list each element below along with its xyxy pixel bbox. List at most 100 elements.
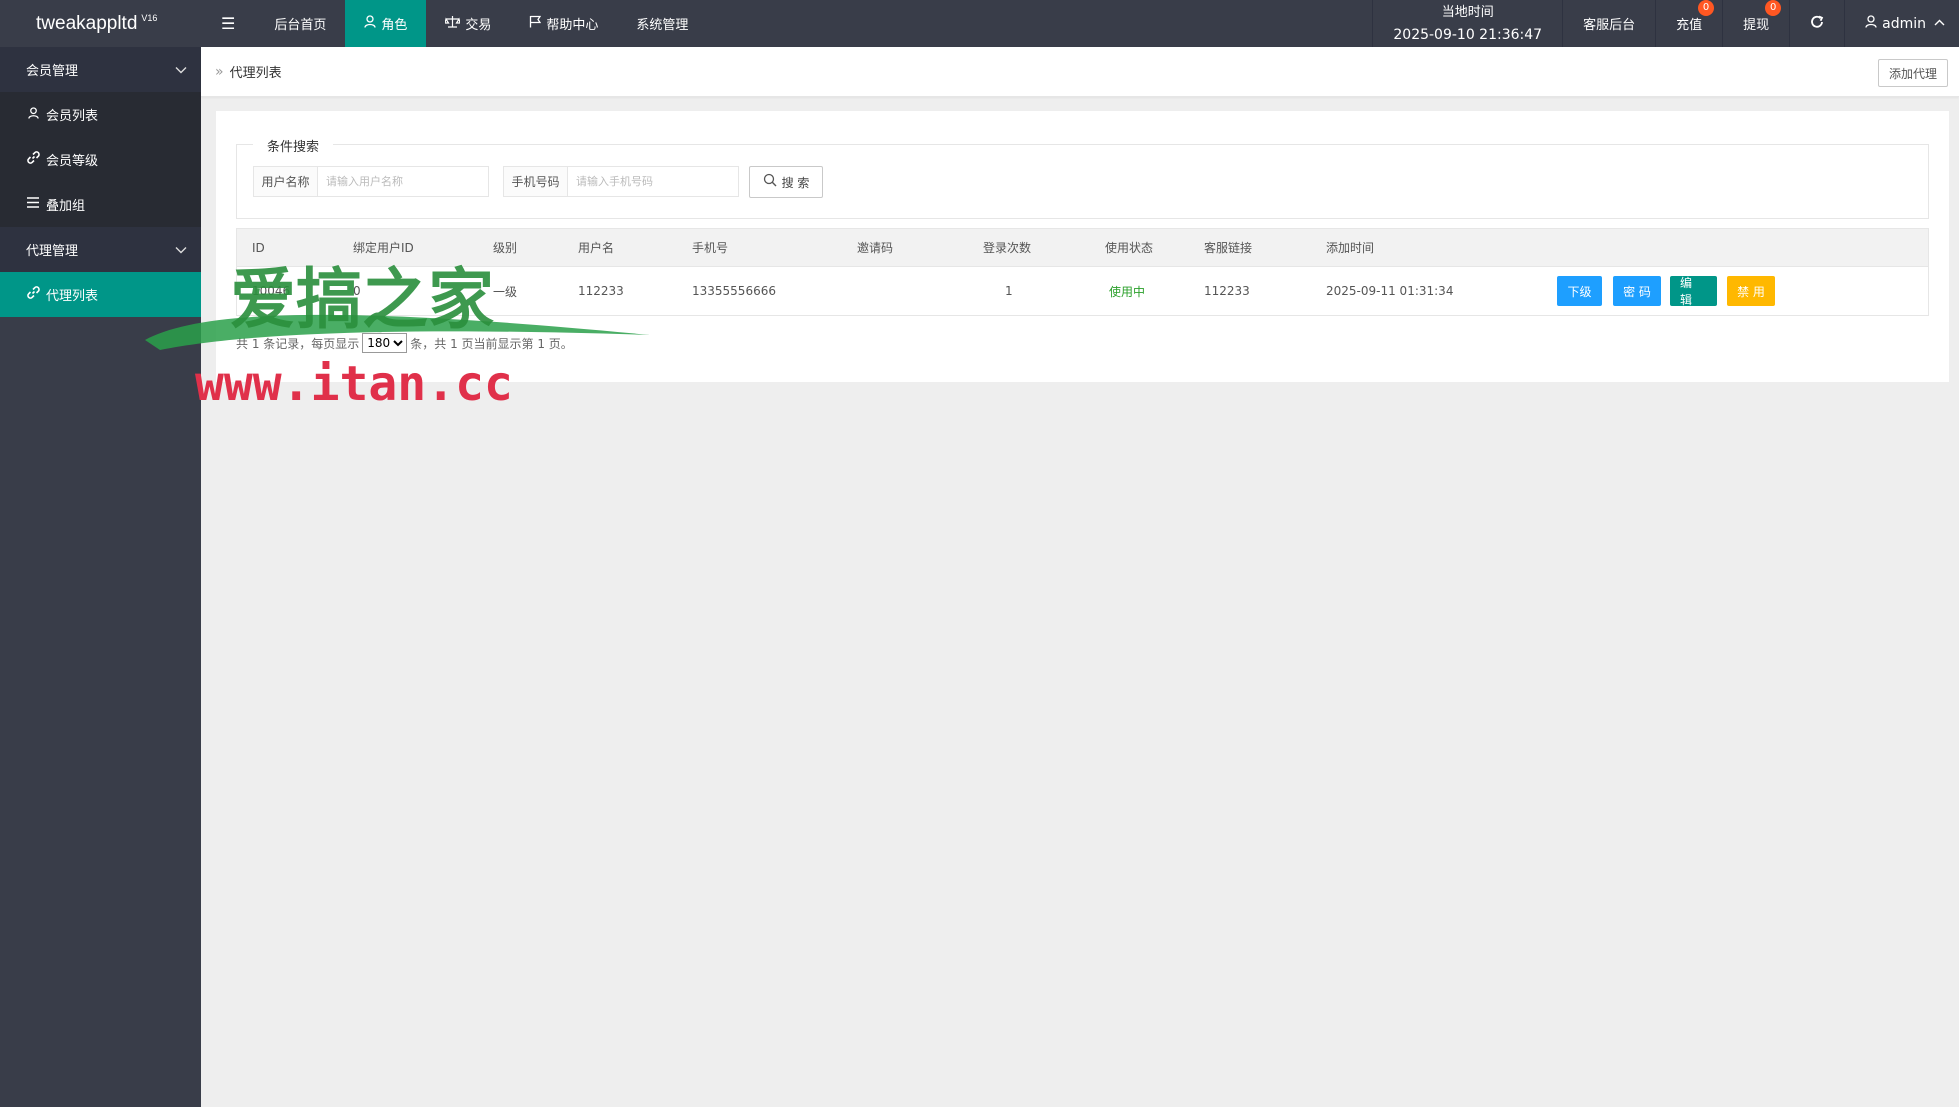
cell-service-link: 112233 xyxy=(1204,284,1250,298)
add-agent-button[interactable]: 添加代理 xyxy=(1877,59,1948,87)
agent-table: ID 绑定用户ID 级别 用户名 手机号 邀请码 登录次数 使用状态 客服链接 … xyxy=(236,228,1929,316)
page-size-select[interactable]: 180 xyxy=(362,333,408,353)
local-time: 当地时间 2025-09-10 21:36:47 xyxy=(1372,0,1562,47)
topnav-trade-label: 交易 xyxy=(465,18,492,33)
top-nav: ☰ 后台首页 角色 交易 帮助中心 系统管理 xyxy=(201,0,707,47)
withdraw-label: 提现 xyxy=(1743,18,1770,33)
subordinate-button[interactable]: 下级 xyxy=(1557,276,1602,306)
top-header: tweakappltd V16 ☰ 后台首页 角色 交易 帮助中心 系统管理 当… xyxy=(0,0,1959,47)
pager-suffix: 条，共 1 页当前显示第 1 页。 xyxy=(410,336,573,351)
app-version: V16 xyxy=(141,12,158,23)
user-name: admin xyxy=(1882,15,1926,32)
topnav-help-label: 帮助中心 xyxy=(546,18,599,33)
user-menu[interactable]: admin xyxy=(1844,0,1959,47)
service-backend-label: 客服后台 xyxy=(1583,18,1636,33)
user-icon xyxy=(26,106,40,123)
topnav-home-label: 后台首页 xyxy=(274,18,327,33)
sidebar-item-agent-list[interactable]: 代理列表 xyxy=(0,272,201,317)
column-header: 添加时间 xyxy=(1326,241,1375,255)
refresh-icon xyxy=(1810,14,1824,33)
breadcrumb: » 代理列表 添加代理 xyxy=(201,47,1959,97)
topnav-system-label: 系统管理 xyxy=(636,18,689,33)
main-panel: 条件搜索 用户名称 手机号码 搜 索 ID 绑定用户ID 级别 用户名 手机号 … xyxy=(216,111,1949,382)
sidebar-item-label: 会员等级 xyxy=(46,154,99,169)
double-chevron-icon: » xyxy=(215,63,224,80)
cell-id: 10046 xyxy=(252,284,291,298)
pager-prefix: 共 1 条记录，每页显示 xyxy=(236,336,360,351)
sidebar-item-label: 会员列表 xyxy=(46,109,99,124)
column-header: 级别 xyxy=(493,241,518,255)
search-fieldset: 条件搜索 用户名称 手机号码 搜 索 xyxy=(236,136,1929,219)
column-header: ID xyxy=(252,240,265,255)
app-title: tweakappltd xyxy=(36,12,138,34)
sidebar-group-label: 代理管理 xyxy=(26,244,79,259)
search-legend: 条件搜索 xyxy=(253,136,334,155)
table-row: 10046 0 一级 112233 13355556666 1 使用中 1122… xyxy=(237,267,1928,315)
topnav-role[interactable]: 角色 xyxy=(345,0,427,47)
topnav-trade[interactable]: 交易 xyxy=(426,0,510,47)
cell-login-count: 1 xyxy=(1005,284,1013,298)
column-header: 使用状态 xyxy=(1105,241,1154,255)
column-header: 绑定用户ID xyxy=(353,241,414,255)
chevron-down-icon xyxy=(175,243,187,257)
list-icon xyxy=(26,197,40,212)
cell-level: 一级 xyxy=(493,284,518,299)
cell-created: 2025-09-11 01:31:34 xyxy=(1326,284,1454,298)
link-icon xyxy=(26,286,40,303)
column-header: 用户名 xyxy=(578,241,615,255)
disable-button[interactable]: 禁 用 xyxy=(1727,276,1775,306)
recharge-link[interactable]: 充值 0 xyxy=(1655,0,1722,47)
sidebar-group-agents[interactable]: 代理管理 xyxy=(0,227,201,272)
pagination: 共 1 条记录，每页显示 180 条，共 1 页当前显示第 1 页。 xyxy=(236,333,573,353)
app-logo[interactable]: tweakappltd V16 xyxy=(0,0,201,47)
column-header: 手机号 xyxy=(692,241,729,255)
password-button[interactable]: 密 码 xyxy=(1613,276,1661,306)
local-time-label: 当地时间 xyxy=(1441,4,1494,20)
withdraw-badge: 0 xyxy=(1765,0,1782,16)
cell-username: 112233 xyxy=(578,284,624,298)
user-icon xyxy=(1865,15,1877,32)
column-header: 邀请码 xyxy=(857,241,894,255)
sidebar-item-label: 叠加组 xyxy=(46,199,86,214)
search-button[interactable]: 搜 索 xyxy=(749,166,823,198)
chevron-up-icon xyxy=(1934,18,1945,29)
cell-status: 使用中 xyxy=(1109,284,1146,299)
sidebar-group-members[interactable]: 会员管理 xyxy=(0,47,201,92)
link-icon xyxy=(26,151,40,168)
scale-icon xyxy=(444,15,462,32)
topnav-system[interactable]: 系统管理 xyxy=(617,0,707,47)
username-label: 用户名称 xyxy=(254,167,318,196)
local-time-value: 2025-09-10 21:36:47 xyxy=(1393,26,1543,43)
search-icon xyxy=(763,173,777,191)
sidebar-item-member-level[interactable]: 会员等级 xyxy=(0,137,201,182)
user-icon xyxy=(364,15,377,32)
cell-bind-user-id: 0 xyxy=(353,284,361,298)
breadcrumb-current: 代理列表 xyxy=(229,66,282,81)
refresh-button[interactable] xyxy=(1789,0,1844,47)
menu-icon: ☰ xyxy=(221,14,236,33)
table-header: ID 绑定用户ID 级别 用户名 手机号 邀请码 登录次数 使用状态 客服链接 … xyxy=(237,229,1928,267)
top-right-tools: 当地时间 2025-09-10 21:36:47 客服后台 充值 0 提现 0 … xyxy=(1372,0,1959,47)
service-backend-link[interactable]: 客服后台 xyxy=(1562,0,1655,47)
chevron-down-icon xyxy=(175,63,187,77)
sidebar-item-member-list[interactable]: 会员列表 xyxy=(0,92,201,137)
username-input-group: 用户名称 xyxy=(253,166,489,197)
sidebar-item-overlay-group[interactable]: 叠加组 xyxy=(0,182,201,227)
topnav-help[interactable]: 帮助中心 xyxy=(510,0,617,47)
cell-phone: 13355556666 xyxy=(692,284,776,298)
column-header: 登录次数 xyxy=(983,241,1032,255)
phone-input[interactable] xyxy=(568,167,738,196)
flag-icon xyxy=(529,15,542,32)
topnav-role-label: 角色 xyxy=(381,18,408,33)
sidebar-group-label: 会员管理 xyxy=(26,64,79,79)
edit-button[interactable]: 编 辑 xyxy=(1670,276,1717,307)
recharge-label: 充值 xyxy=(1676,18,1703,33)
phone-label: 手机号码 xyxy=(504,167,568,196)
column-header: 客服链接 xyxy=(1204,241,1253,255)
withdraw-link[interactable]: 提现 0 xyxy=(1722,0,1789,47)
topnav-home[interactable]: 后台首页 xyxy=(255,0,345,47)
menu-toggle-button[interactable]: ☰ xyxy=(201,0,255,47)
sidebar: 会员管理 会员列表 会员等级 叠加组 代理管理 代理列表 xyxy=(0,47,201,1107)
username-input[interactable] xyxy=(318,167,488,196)
recharge-badge: 0 xyxy=(1698,0,1715,16)
